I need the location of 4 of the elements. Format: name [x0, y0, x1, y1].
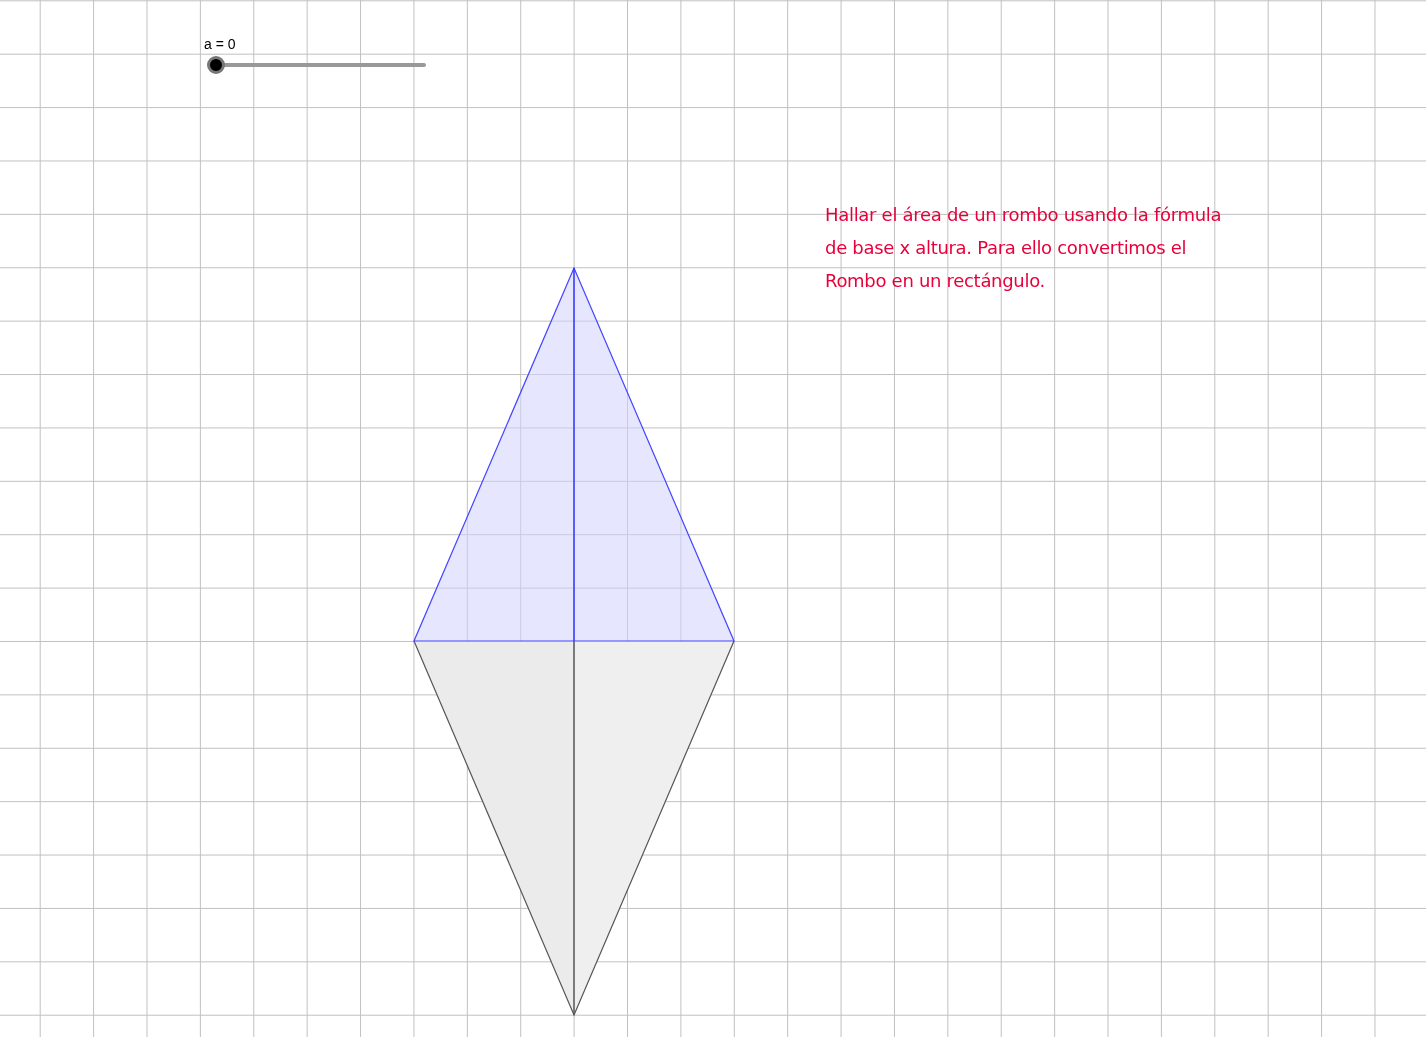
instruction-text: Hallar el área de un rombo usando la fórmula de base x altura. Para ello convertimos el Rombo en un rectángulo. — [825, 203, 1222, 293]
slider-label: a = 0 — [204, 35, 236, 53]
slider-thumb[interactable] — [207, 56, 225, 74]
slider[interactable] — [207, 56, 426, 74]
